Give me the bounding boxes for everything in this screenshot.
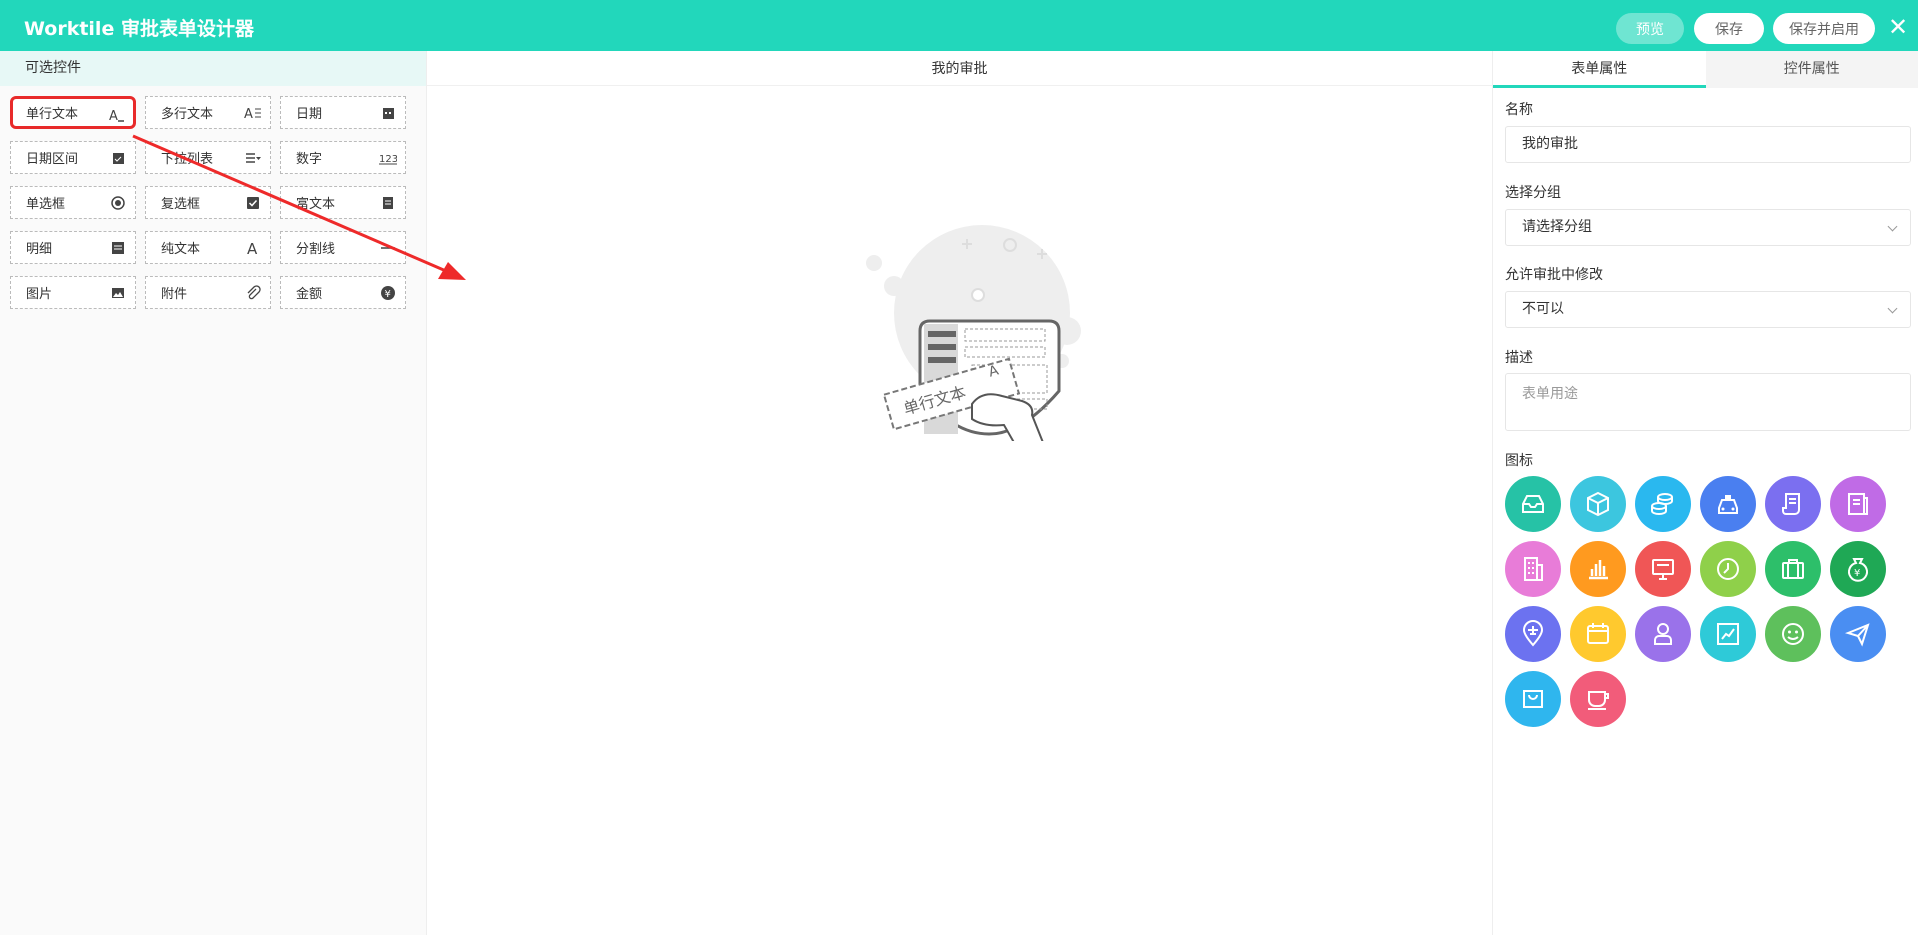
close-icon[interactable]: ✕ xyxy=(1884,13,1912,41)
properties-panel: 表单属性 控件属性 名称 我的审批 选择分组 请选择分组 允许审批中修改 不可以… xyxy=(1492,51,1918,935)
save-and-enable-button[interactable]: 保存并启用 xyxy=(1773,13,1875,44)
coffee-cup-icon[interactable] xyxy=(1570,671,1626,727)
icon-label: 图标 xyxy=(1505,453,1533,469)
coins-icon[interactable] xyxy=(1635,476,1691,532)
briefcase-icon[interactable] xyxy=(1765,541,1821,597)
money-bag-icon[interactable]: ¥ xyxy=(1830,541,1886,597)
canvas-title: 我的审批 xyxy=(427,51,1492,86)
tab-form-properties[interactable]: 表单属性 xyxy=(1493,51,1706,88)
person-icon[interactable] xyxy=(1635,606,1691,662)
annotation-arrow xyxy=(132,134,466,280)
monitor-icon[interactable] xyxy=(1635,541,1691,597)
name-label: 名称 xyxy=(1505,102,1533,118)
modify-label: 允许审批中修改 xyxy=(1505,267,1603,283)
paper-plane-icon[interactable] xyxy=(1830,606,1886,662)
cube-icon[interactable] xyxy=(1570,476,1626,532)
tab-control-properties[interactable]: 控件属性 xyxy=(1706,51,1918,88)
location-plane-icon[interactable] xyxy=(1505,606,1561,662)
description-label: 描述 xyxy=(1505,350,1533,366)
building-icon[interactable] xyxy=(1505,541,1561,597)
description-field[interactable]: 表单用途 xyxy=(1505,373,1911,431)
smile-icon[interactable] xyxy=(1765,606,1821,662)
bar-chart-icon[interactable] xyxy=(1570,541,1626,597)
line-chart-icon[interactable] xyxy=(1700,606,1756,662)
clock-icon[interactable] xyxy=(1700,541,1756,597)
svg-text:¥: ¥ xyxy=(1854,568,1860,579)
modify-select[interactable]: 不可以 xyxy=(1505,291,1911,328)
properties-tabs: 表单属性 控件属性 xyxy=(1493,51,1918,88)
form-canvas[interactable]: 我的审批 单行文本 A xyxy=(427,51,1492,935)
shopping-bag-icon[interactable] xyxy=(1505,671,1561,727)
group-label: 选择分组 xyxy=(1505,185,1561,201)
receipt-icon[interactable] xyxy=(1765,476,1821,532)
name-field[interactable]: 我的审批 xyxy=(1505,126,1911,163)
inbox-icon[interactable] xyxy=(1505,476,1561,532)
preview-button[interactable]: 预览 xyxy=(1616,13,1684,44)
empty-form-illustration: 单行文本 A xyxy=(866,225,1081,441)
document-icon[interactable] xyxy=(1830,476,1886,532)
group-select[interactable]: 请选择分组 xyxy=(1505,209,1911,246)
car-icon[interactable] xyxy=(1700,476,1756,532)
calendar-icon[interactable] xyxy=(1570,606,1626,662)
save-button[interactable]: 保存 xyxy=(1694,13,1764,44)
